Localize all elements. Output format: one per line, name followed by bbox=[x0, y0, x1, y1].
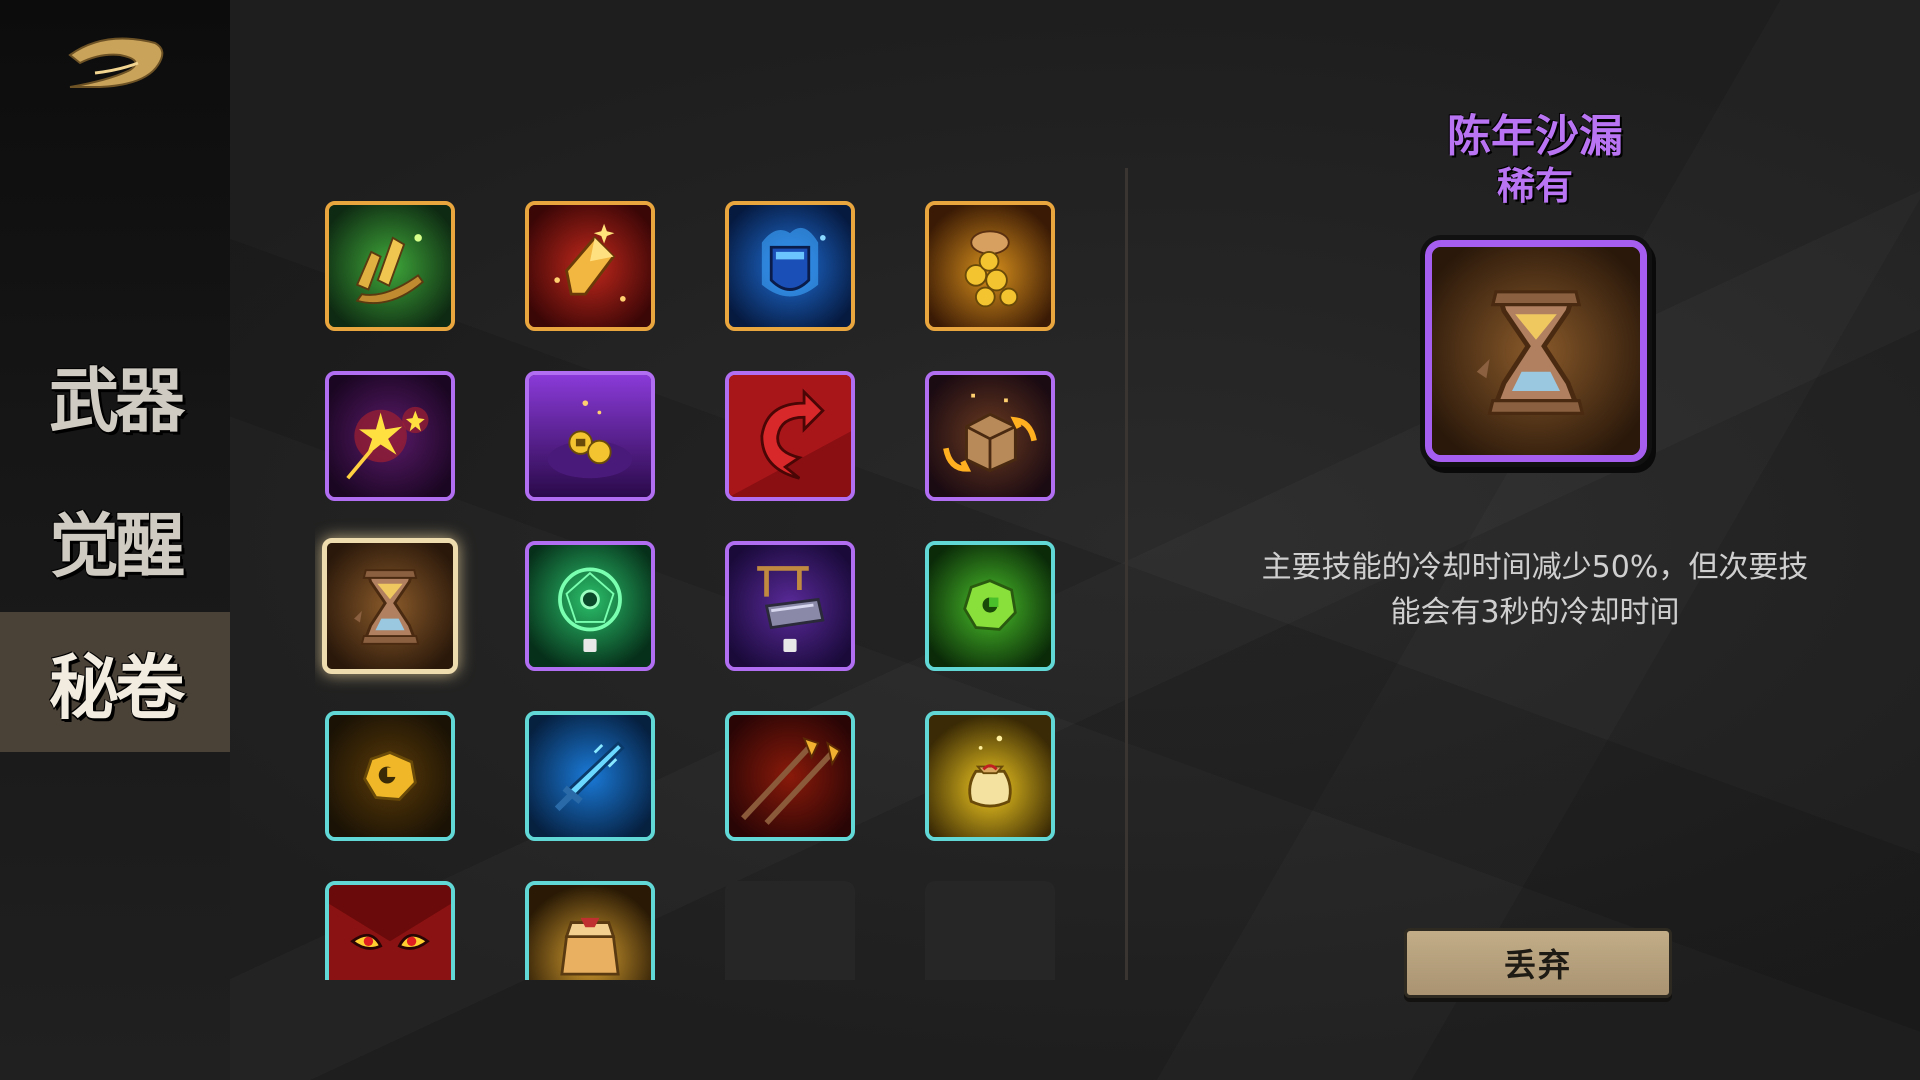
coin-pile-icon bbox=[929, 205, 1051, 327]
grid-slot-10[interactable] bbox=[525, 541, 655, 671]
coins-spotlight-icon bbox=[529, 375, 651, 497]
green-gem-coin-icon bbox=[929, 545, 1051, 667]
green-amulet-locked-icon bbox=[529, 545, 651, 667]
grid-slot-9-selected[interactable] bbox=[322, 538, 458, 674]
item-description: 主要技能的冷却时间减少50%，但次要技 能会有3秒的冷却时间 bbox=[1225, 545, 1845, 635]
grid-slot-15[interactable] bbox=[725, 711, 855, 841]
grid-slot-11[interactable] bbox=[725, 541, 855, 671]
grid-slot-12[interactable] bbox=[925, 541, 1055, 671]
discard-button[interactable]: 丢弃 bbox=[1404, 928, 1672, 998]
grid-slot-18[interactable] bbox=[525, 881, 655, 980]
anvil-crane-locked-icon bbox=[729, 545, 851, 667]
item-description-line-1: 主要技能的冷却时间减少50%，但次要技 bbox=[1261, 550, 1809, 585]
grid-slot-4[interactable] bbox=[925, 201, 1055, 331]
treasure-bag-icon bbox=[929, 715, 1051, 837]
back-button[interactable] bbox=[60, 25, 170, 95]
scroll-grid bbox=[315, 195, 1075, 980]
scroll-inventory-screen: 武器 觉醒 秘卷 陈年沙漏 稀有 主要技能的冷却时间减少50%，但次要技 能会有… bbox=[0, 0, 1920, 1080]
golden-bullets-icon bbox=[329, 205, 451, 327]
blue-sword-icon bbox=[529, 715, 651, 837]
grid-slot-2[interactable] bbox=[525, 201, 655, 331]
grid-slot-1[interactable] bbox=[325, 201, 455, 331]
gold-gem-coin-icon bbox=[329, 715, 451, 837]
grid-slot-13[interactable] bbox=[325, 711, 455, 841]
grid-slot-19-empty bbox=[725, 881, 855, 980]
item-rarity: 稀有 bbox=[1496, 164, 1573, 208]
treasure-chest-icon bbox=[529, 885, 651, 980]
red-return-arrow-icon bbox=[729, 375, 851, 497]
demon-eyes-icon bbox=[329, 885, 451, 980]
grid-slot-16[interactable] bbox=[925, 711, 1055, 841]
sidebar: 武器 觉醒 秘卷 bbox=[0, 0, 230, 1080]
grid-slot-17[interactable] bbox=[325, 881, 455, 980]
item-detail-icon bbox=[1425, 240, 1647, 462]
tab-scroll[interactable]: 秘卷 bbox=[0, 612, 230, 752]
tab-scroll-label: 秘卷 bbox=[49, 645, 185, 729]
rotating-crate-icon bbox=[929, 375, 1051, 497]
grid-slot-8[interactable] bbox=[925, 371, 1055, 501]
tab-awaken[interactable]: 觉醒 bbox=[0, 470, 230, 610]
blue-shield-flame-icon bbox=[729, 205, 851, 327]
grid-slot-6[interactable] bbox=[525, 371, 655, 501]
twin-spears-icon bbox=[729, 715, 851, 837]
old-hourglass-icon bbox=[1432, 247, 1640, 455]
grid-slot-3[interactable] bbox=[725, 201, 855, 331]
grid-slot-20-empty bbox=[925, 881, 1055, 980]
tab-weapon-label: 武器 bbox=[49, 358, 185, 442]
grid-slot-5[interactable] bbox=[325, 371, 455, 501]
item-description-line-2: 能会有3秒的冷却时间 bbox=[1390, 595, 1680, 630]
grid-slot-7[interactable] bbox=[725, 371, 855, 501]
panel-divider bbox=[1125, 168, 1128, 980]
tab-awaken-label: 觉醒 bbox=[49, 503, 185, 587]
old-hourglass-icon bbox=[327, 543, 453, 669]
explosion-sparks-icon bbox=[329, 375, 451, 497]
curved-blade-back-icon bbox=[68, 37, 164, 88]
tab-weapon[interactable]: 武器 bbox=[0, 325, 230, 465]
grid-slot-14[interactable] bbox=[525, 711, 655, 841]
red-crystal-shard-icon bbox=[529, 205, 651, 327]
discard-button-label: 丢弃 bbox=[1503, 946, 1572, 984]
